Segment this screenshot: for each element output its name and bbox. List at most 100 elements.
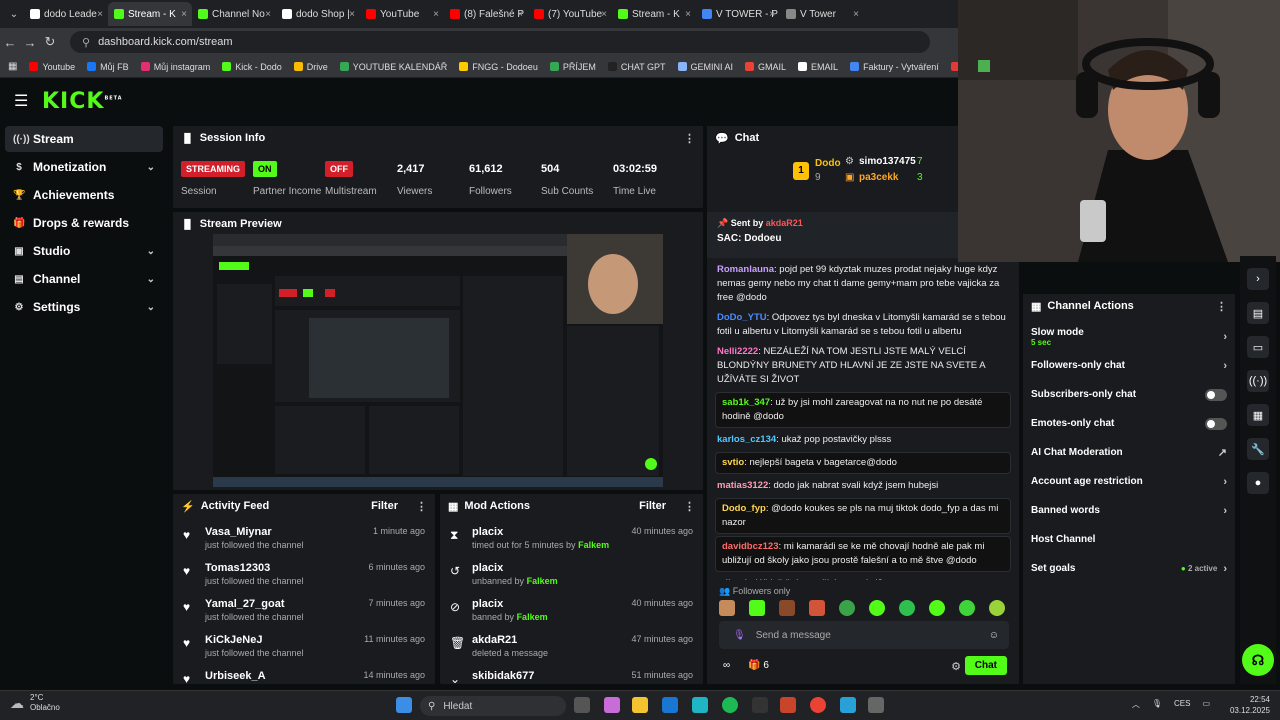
wrench-icon[interactable]: 🔧 bbox=[1247, 438, 1269, 460]
sidebar-item-monetization[interactable]: $ Monetization ⌄ bbox=[5, 154, 163, 180]
chat-username[interactable]: matias3122 bbox=[717, 480, 768, 491]
chat-icon[interactable]: ▭ bbox=[1247, 336, 1269, 358]
sidebar-item-channel[interactable]: ▤ Channel ⌄ bbox=[5, 266, 163, 292]
mod-user[interactable]: skibidak677 bbox=[472, 670, 534, 682]
terminal-icon[interactable] bbox=[752, 697, 768, 713]
channel-action-followers-only-chat[interactable]: Followers-only chat › bbox=[1023, 351, 1235, 380]
copilot-icon[interactable] bbox=[604, 697, 620, 713]
mod-by[interactable]: Falkem bbox=[527, 576, 558, 586]
forward-icon[interactable]: → bbox=[20, 35, 40, 50]
top-user-name[interactable]: simo137475 bbox=[859, 156, 916, 167]
chat-input[interactable]: 🎙 Send a message ☺ bbox=[719, 621, 1009, 649]
chat-username[interactable]: sab1k_347 bbox=[722, 397, 770, 408]
bookmark[interactable]: GEMINI AI bbox=[677, 62, 733, 72]
language-indicator[interactable]: CES bbox=[1174, 699, 1190, 710]
chat-message[interactable]: Dodo_fyp: @dodo koukes se pls na muj tik… bbox=[715, 498, 1011, 534]
bookmark[interactable]: CHAT GPT bbox=[607, 62, 666, 72]
activity-user[interactable]: Vasa_Miynar bbox=[205, 526, 304, 538]
taskbar-search[interactable]: ⚲ Hledat bbox=[420, 696, 566, 716]
kick-logo[interactable]: KICKBETA bbox=[42, 89, 123, 114]
browser-tab[interactable]: (8) Falešné P × bbox=[444, 2, 528, 26]
browser-tab[interactable]: Channel No × bbox=[192, 2, 276, 26]
browser-tab[interactable]: Stream - K × bbox=[108, 2, 192, 26]
emoji-icon[interactable]: ☺ bbox=[989, 630, 999, 641]
channel-action-set-goals[interactable]: Set goals ● 2 active › bbox=[1023, 554, 1235, 583]
channel-action-banned-words[interactable]: Banned words › bbox=[1023, 496, 1235, 525]
chat-message[interactable]: adisxd: dáš ještě dnes nějakou reakci? bbox=[707, 574, 1019, 580]
calculator-icon[interactable] bbox=[868, 697, 884, 713]
mod-by[interactable]: Falkem bbox=[517, 612, 548, 622]
chat-message[interactable]: matias3122: dodo jak nabrat svali když j… bbox=[707, 476, 1019, 496]
browser-tab[interactable]: Stream - K × bbox=[612, 2, 696, 26]
task-view-icon[interactable] bbox=[574, 697, 590, 713]
emote[interactable] bbox=[779, 600, 795, 616]
bookmark[interactable]: YOUTUBE KALENDÁŘ bbox=[339, 62, 447, 72]
close-icon[interactable]: × bbox=[181, 9, 187, 20]
browser-tab[interactable]: V TOWER - P × bbox=[696, 2, 780, 26]
emote[interactable] bbox=[959, 600, 975, 616]
chevron-up-icon[interactable]: ︿ bbox=[1132, 699, 1140, 710]
close-icon[interactable]: × bbox=[517, 9, 523, 20]
apps-icon[interactable]: ▦ bbox=[8, 61, 17, 72]
emote[interactable] bbox=[929, 600, 945, 616]
edge-icon[interactable] bbox=[692, 697, 708, 713]
channel-action-subscribers-only-chat[interactable]: Subscribers-only chat bbox=[1023, 380, 1235, 409]
emote[interactable] bbox=[719, 600, 735, 616]
close-icon[interactable]: × bbox=[433, 9, 439, 20]
layout-icon[interactable]: ▦ bbox=[1247, 404, 1269, 426]
chevron-icon[interactable]: › bbox=[1247, 268, 1269, 290]
chat-username[interactable]: DoDo_YTU bbox=[717, 312, 767, 323]
bookmark[interactable]: Kick - Dodo bbox=[222, 62, 282, 72]
activity-user[interactable]: KiCkJeNeJ bbox=[205, 634, 304, 646]
spotify-icon[interactable] bbox=[722, 697, 738, 713]
chat-username[interactable]: svtio bbox=[722, 457, 744, 468]
bookmark[interactable]: FNGG - Dodoeu bbox=[459, 62, 538, 72]
sidebar-item-settings[interactable]: ⚙ Settings ⌄ bbox=[5, 294, 163, 320]
broadcast-icon[interactable]: ((·)) bbox=[1247, 370, 1269, 392]
bookmark[interactable]: Drive bbox=[293, 62, 328, 72]
mic-icon[interactable]: 🎙 bbox=[733, 630, 746, 641]
channel-action-ai-chat-moderation[interactable]: AI Chat Moderation ↗ bbox=[1023, 438, 1235, 467]
tab-list-icon[interactable]: ⌄ bbox=[4, 9, 24, 20]
emote[interactable] bbox=[899, 600, 915, 616]
filter-button[interactable]: Filter bbox=[639, 500, 666, 512]
activity-user[interactable]: Tomas12303 bbox=[205, 562, 304, 574]
top-user-name[interactable]: Dodo bbox=[815, 158, 841, 169]
channel-action-slow-mode[interactable]: Slow mode 5 sec › bbox=[1023, 322, 1235, 351]
channel-action-account-age-restriction[interactable]: Account age restriction › bbox=[1023, 467, 1235, 496]
close-icon[interactable]: × bbox=[685, 9, 691, 20]
windows-start-icon[interactable] bbox=[396, 697, 412, 713]
back-icon[interactable]: ← bbox=[0, 35, 20, 50]
close-icon[interactable]: × bbox=[769, 9, 775, 20]
chat-message[interactable]: Romanlauna: pojd pet 99 kdyztak muzes pr… bbox=[707, 260, 1019, 308]
sidebar-item-drops-rewards[interactable]: 🎁 Drops & rewards bbox=[5, 210, 163, 236]
browser-tab[interactable]: dodo Leade × bbox=[24, 2, 108, 26]
emote[interactable] bbox=[809, 600, 825, 616]
emote[interactable] bbox=[989, 600, 1005, 616]
browser-tab[interactable]: (7) YouTube × bbox=[528, 2, 612, 26]
bookmark[interactable]: PŘÍJEM bbox=[549, 62, 596, 72]
browser-tab[interactable]: V Tower × bbox=[780, 2, 864, 26]
app-icon[interactable] bbox=[840, 697, 856, 713]
reload-icon[interactable]: ↻ bbox=[40, 34, 60, 50]
sidebar-item-studio[interactable]: ▣ Studio ⌄ bbox=[5, 238, 163, 264]
mod-by[interactable]: Falkem bbox=[578, 540, 609, 550]
mic-icon[interactable]: 🎙 bbox=[1152, 699, 1162, 710]
bookmark[interactable]: Youtube bbox=[29, 62, 75, 72]
chat-message[interactable]: karlos_cz134: ukaž pop postavičky plsss bbox=[707, 430, 1019, 450]
activity-user[interactable]: Urbiseek_A bbox=[205, 670, 266, 682]
chat-message[interactable]: sab1k_347: už by jsi mohl zareagovat na … bbox=[715, 392, 1011, 428]
notes-icon[interactable]: ▤ bbox=[1247, 302, 1269, 324]
pinned-user[interactable]: akdaR21 bbox=[766, 218, 803, 228]
toggle-switch[interactable] bbox=[1205, 388, 1227, 401]
mod-user[interactable]: akdaR21 bbox=[472, 634, 548, 646]
chat-message[interactable]: DoDo_YTU: Odpovez tys byl dneska v Litom… bbox=[707, 308, 1019, 342]
browser-tab[interactable]: YouTube × bbox=[360, 2, 444, 26]
bookmark[interactable]: EMAIL bbox=[798, 62, 838, 72]
chat-username[interactable]: Dodo_fyp bbox=[722, 503, 766, 514]
url-field[interactable]: ⚲ dashboard.kick.com/stream bbox=[70, 31, 930, 53]
filter-button[interactable]: Filter bbox=[371, 500, 398, 512]
stream-preview-video[interactable] bbox=[213, 234, 663, 487]
browser-tab[interactable]: dodo Shop | × bbox=[276, 2, 360, 26]
chat-username[interactable]: Nelli2222 bbox=[717, 346, 758, 357]
